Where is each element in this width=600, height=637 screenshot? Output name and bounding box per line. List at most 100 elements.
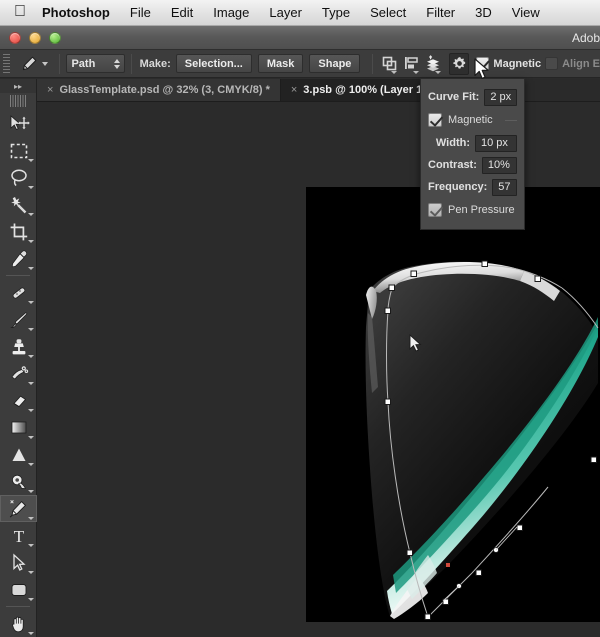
brush-tool[interactable] xyxy=(0,306,37,333)
width-input[interactable]: 10 px xyxy=(475,135,517,152)
rectangle-icon xyxy=(9,582,29,598)
eraser-tool[interactable] xyxy=(0,387,37,414)
flyout-triangle-icon xyxy=(28,328,34,331)
brush-icon xyxy=(9,310,29,330)
make-shape-button[interactable]: Shape xyxy=(309,54,360,73)
tab-label: 3.psb @ 100% (Layer 1, xyxy=(303,84,425,96)
clone-stamp-tool[interactable] xyxy=(0,333,37,360)
menu-item-image[interactable]: Image xyxy=(203,5,259,20)
path-operations-icon[interactable] xyxy=(379,53,399,75)
flyout-triangle-icon xyxy=(28,436,34,439)
gear-glyph xyxy=(452,56,467,71)
gradient-tool[interactable] xyxy=(0,414,37,441)
frequency-input[interactable]: 57 xyxy=(492,179,517,196)
magnetic-option-row[interactable]: Magnetic xyxy=(428,108,517,132)
pen-pressure-row[interactable]: Pen Pressure xyxy=(428,198,517,222)
menu-item-file[interactable]: File xyxy=(120,5,161,20)
menu-item-3d[interactable]: 3D xyxy=(465,5,502,20)
window-title-bar: Adob xyxy=(0,26,600,50)
tab-glasstemplate[interactable]: × GlassTemplate.psd @ 32% (3, CMYK/8) * xyxy=(37,79,281,101)
path-selection-tool[interactable] xyxy=(0,549,37,576)
history-brush-tool[interactable] xyxy=(0,360,37,387)
magnetic-popup-checkbox[interactable] xyxy=(428,113,442,127)
align-edges-checkbox-group[interactable]: Align E xyxy=(545,57,600,70)
flyout-triangle-icon xyxy=(28,598,34,601)
active-tool-chip[interactable] xyxy=(14,54,53,74)
pen-pressure-checkbox[interactable] xyxy=(428,203,442,217)
options-bar-grip[interactable] xyxy=(3,54,10,74)
history-brush-icon xyxy=(9,364,29,384)
tools-panel-grip[interactable] xyxy=(10,95,26,107)
chevron-down-icon xyxy=(435,71,441,74)
magic-wand-icon xyxy=(9,195,29,215)
close-icon[interactable]: × xyxy=(47,84,53,96)
window-controls xyxy=(0,32,61,44)
frequency-row: Frequency: 57 xyxy=(428,176,517,198)
flyout-triangle-icon xyxy=(28,517,34,520)
frequency-label: Frequency: xyxy=(428,181,487,193)
width-row: Width: 10 px xyxy=(428,132,517,154)
image-canvas[interactable] xyxy=(306,187,600,622)
path-alignment-icon[interactable] xyxy=(401,53,421,75)
close-button[interactable] xyxy=(9,32,21,44)
hand-icon xyxy=(9,614,29,634)
tools-panel-collapse-button[interactable]: ▸▸ xyxy=(0,79,36,93)
chevron-down-icon xyxy=(391,71,397,74)
tools-separator xyxy=(6,275,30,276)
dodge-tool[interactable] xyxy=(0,468,37,495)
contrast-row: Contrast: 10% xyxy=(428,154,517,176)
flyout-triangle-icon xyxy=(28,159,34,162)
menu-item-edit[interactable]: Edit xyxy=(161,5,203,20)
menu-item-layer[interactable]: Layer xyxy=(259,5,312,20)
magnetic-popup-label: Magnetic xyxy=(448,114,493,126)
path-arrangement-icon[interactable] xyxy=(423,53,443,75)
rectangle-tool[interactable] xyxy=(0,576,37,603)
flyout-triangle-icon xyxy=(28,355,34,358)
menu-item-filter[interactable]: Filter xyxy=(416,5,465,20)
close-icon[interactable]: × xyxy=(291,84,297,96)
make-mask-button[interactable]: Mask xyxy=(258,54,304,73)
macos-menu-bar:  Photoshop File Edit Image Layer Type S… xyxy=(0,0,600,26)
menu-item-photoshop[interactable]: Photoshop xyxy=(42,5,120,20)
blur-tool[interactable] xyxy=(0,441,37,468)
menu-item-type[interactable]: Type xyxy=(312,5,360,20)
curve-fit-input[interactable]: 2 px xyxy=(484,89,517,106)
path-selection-icon xyxy=(10,553,28,573)
move-tool[interactable] xyxy=(0,110,37,137)
hand-tool[interactable] xyxy=(0,610,37,637)
dodge-icon xyxy=(9,473,29,491)
rectangular-marquee-tool[interactable] xyxy=(0,137,37,164)
tab-3psb[interactable]: × 3.psb @ 100% (Layer 1, xyxy=(281,79,436,101)
geometry-options-popup: Curve Fit: 2 px Magnetic Width: 10 px Co… xyxy=(420,78,525,230)
flyout-triangle-icon xyxy=(28,213,34,216)
path-operations-glyph xyxy=(381,55,398,72)
geometry-options-gear-icon[interactable] xyxy=(449,53,469,75)
align-edges-checkbox[interactable] xyxy=(545,57,558,70)
path-mode-select[interactable]: Path xyxy=(66,54,124,73)
type-tool[interactable]: T xyxy=(0,522,37,549)
healing-brush-tool[interactable] xyxy=(0,279,37,306)
menu-item-select[interactable]: Select xyxy=(360,5,416,20)
type-icon: T xyxy=(10,527,28,545)
menu-item-view[interactable]: View xyxy=(502,5,550,20)
flyout-triangle-icon xyxy=(28,301,34,304)
eyedropper-tool[interactable] xyxy=(0,245,37,272)
flyout-triangle-icon xyxy=(28,463,34,466)
minimize-button[interactable] xyxy=(29,32,41,44)
tools-separator xyxy=(6,606,30,607)
pen-tool[interactable] xyxy=(0,495,37,522)
contrast-input[interactable]: 10% xyxy=(482,157,517,174)
magic-wand-tool[interactable] xyxy=(0,191,37,218)
make-selection-button[interactable]: Selection... xyxy=(176,54,252,73)
flyout-triangle-icon xyxy=(28,186,34,189)
apple-logo-icon[interactable]:  xyxy=(14,4,26,20)
photoshop-window:  Photoshop File Edit Image Layer Type S… xyxy=(0,0,600,637)
path-alignment-glyph xyxy=(403,55,420,72)
lasso-tool[interactable] xyxy=(0,164,37,191)
flyout-triangle-icon xyxy=(28,409,34,412)
marquee-icon xyxy=(9,142,29,160)
crop-tool[interactable] xyxy=(0,218,37,245)
eraser-icon xyxy=(9,391,29,411)
zoom-button[interactable] xyxy=(49,32,61,44)
path-mode-value: Path xyxy=(71,58,95,70)
